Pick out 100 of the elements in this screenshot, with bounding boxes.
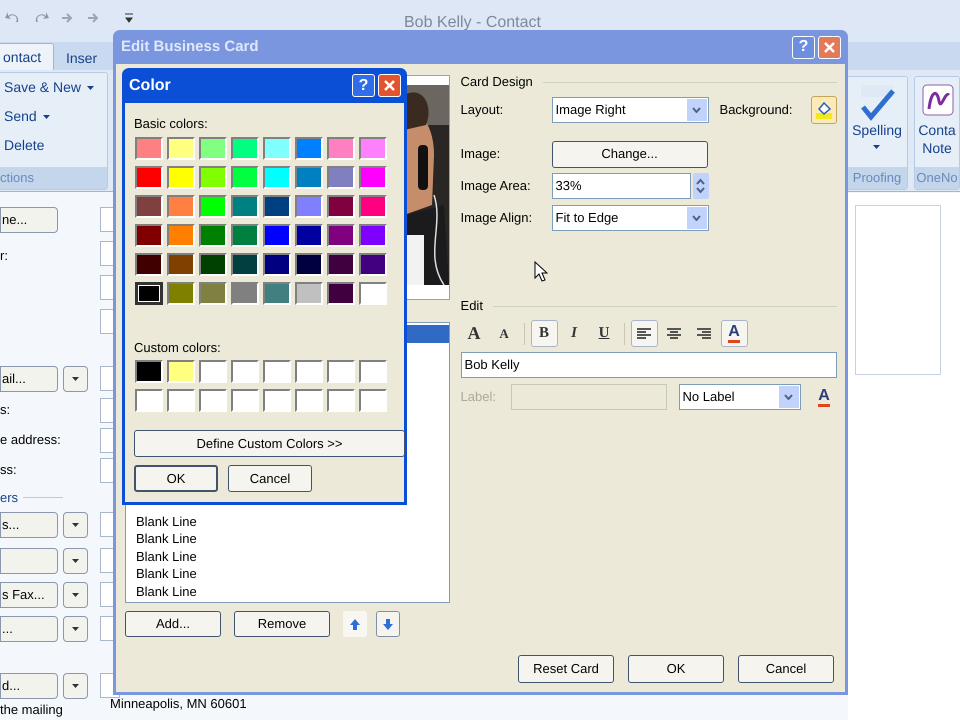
close-button[interactable] [378, 74, 401, 97]
color-swatch[interactable] [327, 224, 355, 247]
color-swatch[interactable] [135, 166, 163, 189]
color-swatch[interactable] [167, 195, 195, 218]
text-input[interactable]: Bob Kelly [460, 352, 837, 378]
color-swatch[interactable] [327, 282, 355, 305]
color-swatch[interactable] [359, 195, 387, 218]
toolbar-button[interactable] [630, 320, 658, 347]
color-swatch[interactable] [295, 137, 323, 160]
toolbar-button[interactable]: A [720, 320, 748, 347]
background-button[interactable] [811, 96, 837, 124]
dialog-button[interactable]: Cancel [738, 655, 834, 683]
ribbon-tab[interactable]: ontact [0, 43, 54, 70]
color-swatch[interactable] [231, 137, 259, 160]
color-swatch[interactable] [263, 166, 291, 189]
color-swatch[interactable] [199, 360, 227, 383]
color-swatch[interactable] [263, 195, 291, 218]
dropdown[interactable]: No Label [678, 384, 801, 410]
ribbon-command[interactable]: Delete [0, 131, 107, 160]
form-button[interactable]: s Fax... [0, 582, 58, 608]
form-button[interactable]: d... [0, 673, 58, 699]
color-swatch[interactable] [327, 360, 355, 383]
color-swatch[interactable] [135, 282, 163, 305]
color-swatch[interactable] [295, 166, 323, 189]
form-button[interactable]: s... [0, 512, 58, 538]
color-swatch[interactable] [263, 224, 291, 247]
color-swatch[interactable] [263, 360, 291, 383]
color-swatch[interactable] [167, 137, 195, 160]
dialog-button[interactable]: Change... [552, 140, 708, 168]
dropdown[interactable]: Fit to Edge [552, 205, 709, 231]
color-swatch[interactable] [199, 137, 227, 160]
dialog-button[interactable]: Define Custom Colors >> [134, 430, 405, 457]
color-swatch[interactable] [327, 389, 355, 412]
move-button[interactable] [343, 611, 367, 637]
spin-field[interactable]: 33% [552, 173, 691, 199]
list-item[interactable]: Blank Line [136, 582, 449, 600]
label-field[interactable] [510, 384, 667, 410]
color-swatch[interactable] [359, 137, 387, 160]
dropdown-button[interactable] [63, 548, 88, 574]
color-swatch[interactable] [295, 224, 323, 247]
dialog-button[interactable]: Cancel [228, 465, 312, 492]
color-swatch[interactable] [167, 253, 195, 276]
dropdown-button[interactable] [63, 366, 88, 392]
color-swatch[interactable] [359, 360, 387, 383]
color-swatch[interactable] [135, 253, 163, 276]
toolbar-button[interactable]: U [590, 320, 618, 347]
spin-button[interactable] [692, 173, 709, 199]
toolbar-button[interactable]: A [460, 320, 488, 347]
ribbon-command[interactable]: Send [0, 102, 107, 131]
color-swatch[interactable] [231, 282, 259, 305]
font-color-button[interactable]: A [811, 384, 837, 410]
color-swatch[interactable] [327, 137, 355, 160]
color-swatch[interactable] [231, 166, 259, 189]
dialog-button[interactable]: OK [628, 655, 724, 683]
color-swatch[interactable] [359, 253, 387, 276]
dropdown-button[interactable] [63, 582, 88, 608]
form-button[interactable]: ... [0, 616, 58, 642]
list-item[interactable]: Blank Line [136, 512, 449, 530]
color-swatch[interactable] [359, 389, 387, 412]
dropdown-button[interactable] [63, 512, 88, 538]
list-item[interactable]: Blank Line [136, 530, 449, 548]
move-button[interactable] [376, 611, 400, 637]
list-item[interactable]: Blank Line [136, 565, 449, 582]
dialog-button[interactable]: Add... [125, 611, 221, 637]
color-swatch[interactable] [199, 389, 227, 412]
color-swatch[interactable] [231, 195, 259, 218]
customize-icon[interactable] [124, 11, 134, 25]
color-swatch[interactable] [167, 389, 195, 412]
color-swatch[interactable] [231, 360, 259, 383]
ribbon-button[interactable]: Conta Note [917, 77, 957, 157]
toolbar-button[interactable]: I [560, 320, 588, 347]
dropdown[interactable]: Image Right [552, 97, 709, 123]
color-swatch[interactable] [359, 224, 387, 247]
color-swatch[interactable] [135, 137, 163, 160]
color-swatch[interactable] [167, 282, 195, 305]
ribbon-command[interactable]: Save & New [0, 73, 107, 102]
color-swatch[interactable] [167, 166, 195, 189]
color-swatch[interactable] [167, 224, 195, 247]
dialog-button[interactable]: OK [134, 465, 218, 492]
color-swatch[interactable] [327, 166, 355, 189]
form-button[interactable]: ail... [0, 366, 58, 392]
color-swatch[interactable] [199, 253, 227, 276]
dropdown-button[interactable] [63, 616, 88, 642]
toolbar-button[interactable]: B [530, 320, 558, 347]
ribbon-button[interactable]: Spelling [852, 77, 902, 149]
color-swatch[interactable] [135, 360, 163, 383]
dropdown-button[interactable] [63, 673, 88, 699]
color-swatch[interactable] [359, 282, 387, 305]
dialog-button[interactable]: Reset Card [518, 655, 614, 683]
color-swatch[interactable] [231, 224, 259, 247]
color-swatch[interactable] [199, 195, 227, 218]
color-swatch[interactable] [263, 137, 291, 160]
color-swatch[interactable] [135, 224, 163, 247]
close-button[interactable] [818, 36, 841, 58]
dialog-button[interactable]: Remove [234, 611, 330, 637]
color-swatch[interactable] [135, 389, 163, 412]
color-swatch[interactable] [263, 389, 291, 412]
color-swatch[interactable] [295, 389, 323, 412]
color-swatch[interactable] [167, 360, 195, 383]
form-button[interactable]: ne... [0, 207, 58, 233]
